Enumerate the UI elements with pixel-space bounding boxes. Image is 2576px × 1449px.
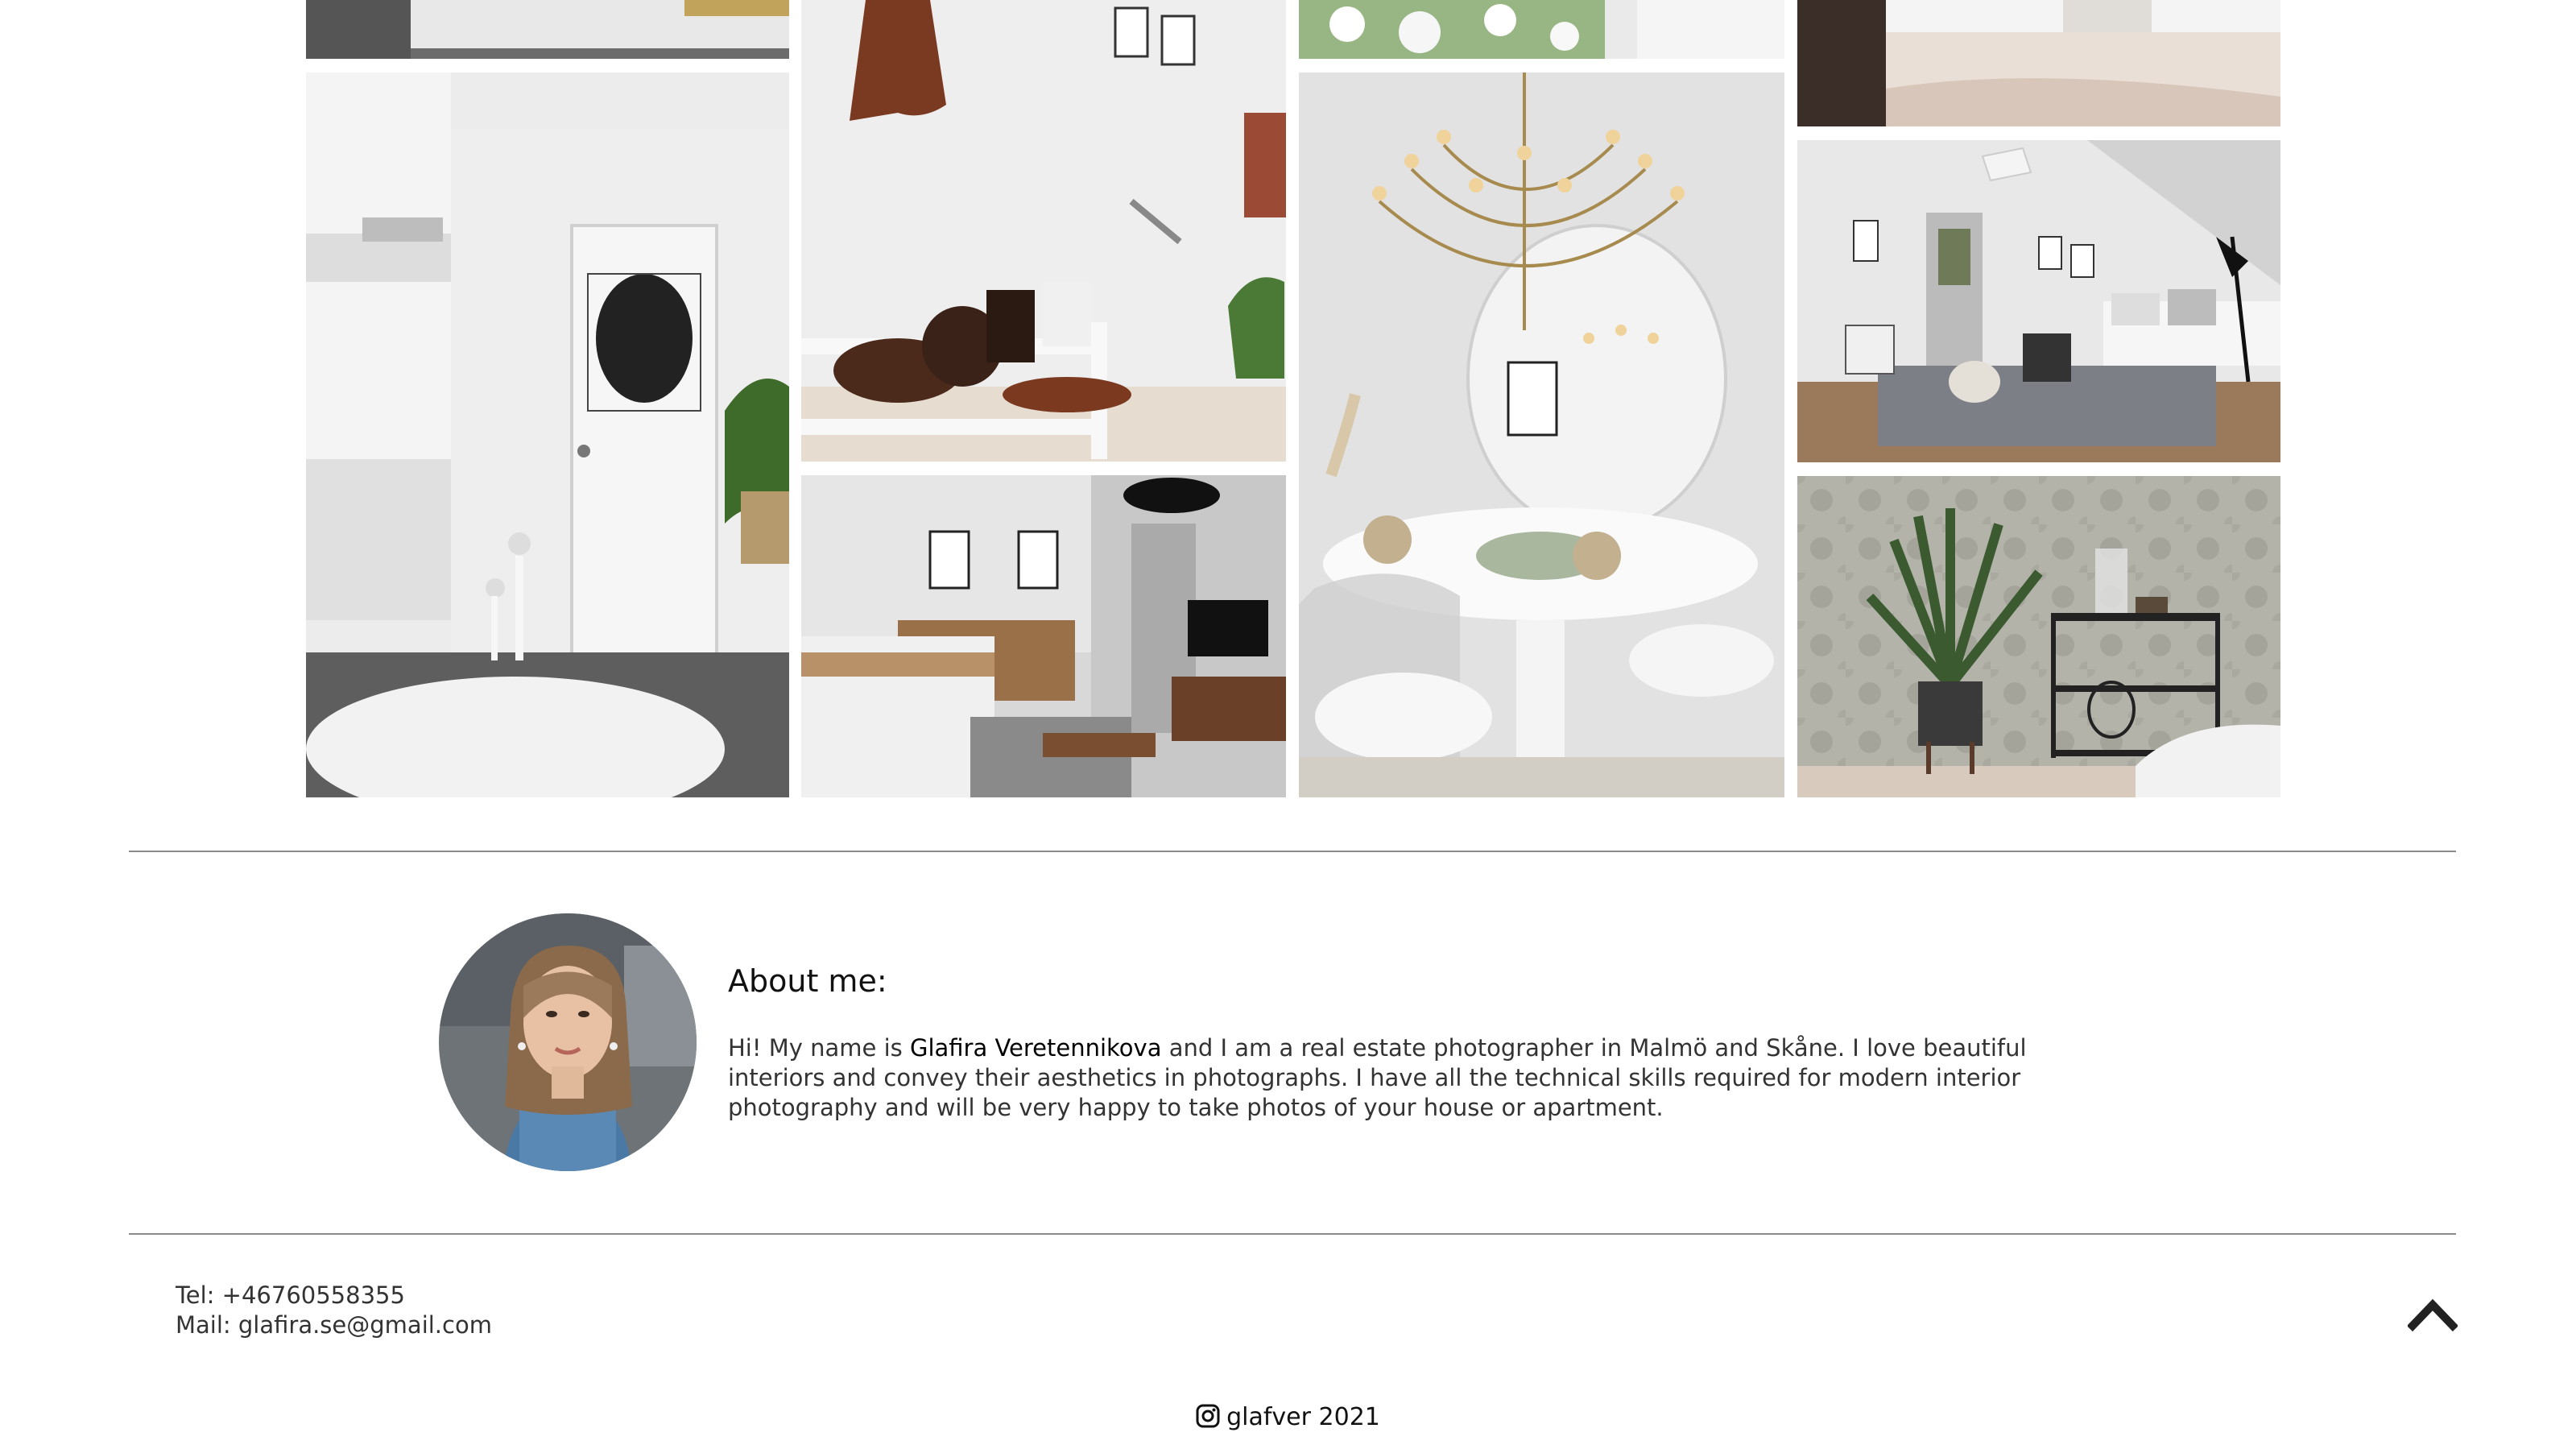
- instagram-icon: [1196, 1404, 1220, 1428]
- photographer-name: Glafira Veretennikova: [909, 1034, 1162, 1062]
- about-title: About me:: [728, 963, 887, 999]
- photo-gallery: [0, 0, 2576, 805]
- about-text: Hi! My name is Glafira Veretennikova and…: [728, 1033, 2097, 1123]
- living-room-photo[interactable]: [801, 475, 1286, 797]
- back-to-top-button[interactable]: [2406, 1289, 2459, 1339]
- flowers-photo-top[interactable]: [1299, 0, 1784, 59]
- bedroom-photo-top[interactable]: [1797, 0, 2280, 126]
- dining-chandelier-photo[interactable]: [1299, 72, 1784, 797]
- social-handle: glafver 2021: [1226, 1403, 1380, 1431]
- social-link[interactable]: glafver 2021: [0, 1403, 2576, 1431]
- shoe-rack-photo[interactable]: [801, 0, 1286, 462]
- avatar: [439, 913, 697, 1171]
- hallway-door-photo[interactable]: [306, 72, 789, 797]
- divider-top: [129, 851, 2456, 852]
- contact-info: Tel: +46760558355 Mail: glafira.se@gmail…: [176, 1281, 492, 1340]
- plant-wallpaper-photo[interactable]: [1797, 476, 2280, 797]
- about-intro: Hi! My name is: [728, 1034, 910, 1062]
- divider-bottom: [129, 1233, 2456, 1235]
- kitchen-photo-top[interactable]: [306, 0, 789, 59]
- contact-phone[interactable]: Tel: +46760558355: [176, 1281, 492, 1310]
- lounge-sofa-photo[interactable]: [1797, 140, 2280, 462]
- contact-email[interactable]: Mail: glafira.se@gmail.com: [176, 1310, 492, 1340]
- chevron-up-icon: [2406, 1298, 2459, 1332]
